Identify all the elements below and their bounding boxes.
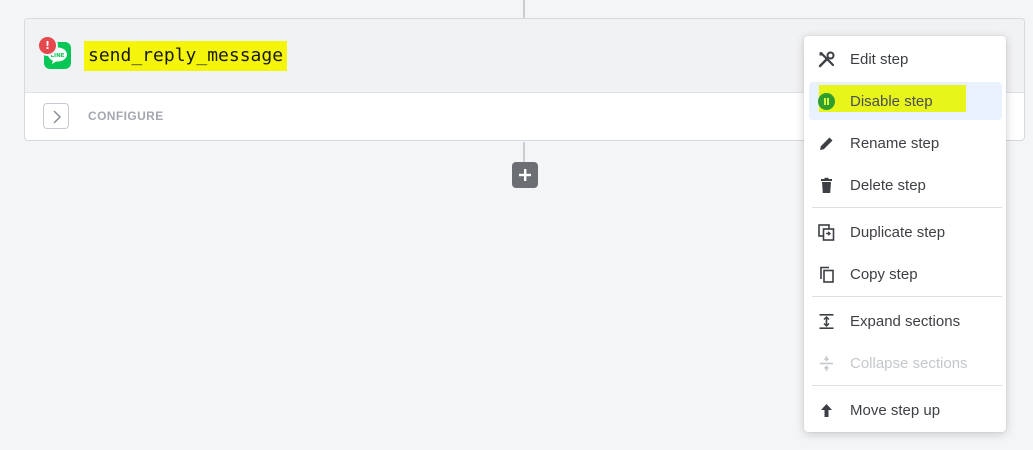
menu-divider bbox=[812, 296, 1002, 297]
menu-item-expand-sections[interactable]: Expand sections bbox=[804, 302, 1006, 340]
copy-icon bbox=[820, 266, 834, 283]
menu-item-copy-step[interactable]: Copy step bbox=[804, 255, 1006, 293]
menu-item-delete-step[interactable]: Delete step bbox=[804, 166, 1006, 204]
error-badge: ! bbox=[37, 35, 58, 56]
menu-item-label: Expand sections bbox=[850, 313, 961, 330]
menu-divider bbox=[812, 385, 1002, 386]
expand-icon bbox=[819, 314, 834, 329]
menu-item-collapse-sections: Collapse sections bbox=[804, 344, 1006, 382]
menu-item-label: Move step up bbox=[850, 402, 941, 419]
tools-icon bbox=[818, 51, 835, 68]
duplicate-icon bbox=[818, 224, 835, 241]
configure-label: CONFIGURE bbox=[88, 109, 164, 123]
menu-item-label: Edit step bbox=[850, 51, 909, 68]
add-step-button[interactable] bbox=[512, 162, 538, 188]
menu-item-move-step-up[interactable]: Move step up bbox=[804, 391, 1006, 429]
menu-item-duplicate-step[interactable]: Duplicate step bbox=[804, 213, 1006, 251]
step-title[interactable]: send_reply_message bbox=[84, 41, 288, 71]
menu-divider bbox=[812, 207, 1002, 208]
menu-item-label: Copy step bbox=[850, 266, 918, 283]
chevron-right-icon bbox=[53, 110, 62, 124]
menu-item-label: Duplicate step bbox=[850, 224, 946, 241]
menu-item-edit-step[interactable]: Edit step bbox=[804, 40, 1006, 78]
configure-expand-button[interactable] bbox=[43, 103, 69, 129]
top-connector-line bbox=[523, 0, 525, 18]
pencil-icon bbox=[820, 137, 833, 150]
menu-item-label: Disable step bbox=[850, 93, 933, 110]
collapse-icon bbox=[820, 356, 833, 371]
menu-item-disable-step[interactable]: Disable step bbox=[804, 82, 1006, 120]
menu-item-label: Rename step bbox=[850, 135, 940, 152]
pause-icon bbox=[818, 93, 835, 110]
menu-item-label: Delete step bbox=[850, 177, 926, 194]
menu-item-rename-step[interactable]: Rename step bbox=[804, 124, 1006, 162]
menu-item-label: Collapse sections bbox=[850, 355, 968, 372]
plus-icon bbox=[519, 169, 531, 181]
trash-icon bbox=[821, 177, 832, 193]
arrow-up-icon bbox=[821, 404, 832, 417]
step-context-menu: Edit step Disable step Rename step Delet… bbox=[804, 36, 1006, 432]
middle-connector-line bbox=[523, 142, 525, 162]
